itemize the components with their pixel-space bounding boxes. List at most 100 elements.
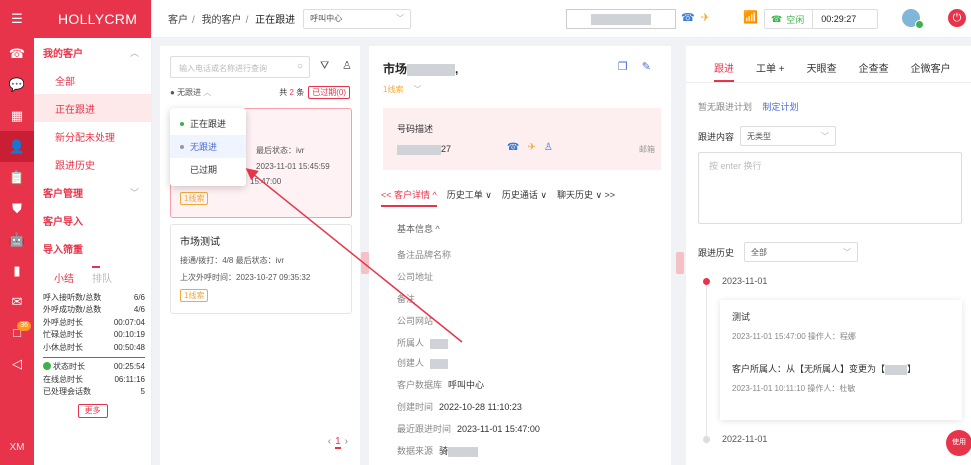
nav-item-following[interactable]: 正在跟进 — [34, 94, 151, 122]
expired-tag[interactable]: 已过期(0) — [308, 86, 350, 99]
lead-tag: 1线索 — [180, 192, 209, 205]
dial-icon[interactable]: ☎ — [681, 11, 695, 24]
result-count: 共 2 条 — [279, 88, 305, 97]
send-icon[interactable]: ◁ — [0, 348, 34, 379]
stats-block-1: 呼入接听数/总数 6/6 外呼成功数/总数 4/6 外呼总时长 00:07:04 忙碌… — [34, 291, 151, 354]
prev-page-icon[interactable]: ‹ — [328, 436, 331, 447]
notice-badge: 36 — [17, 321, 31, 331]
stat-row: 状态时长 00:25:54 — [34, 361, 151, 374]
detail-tabs: << 客户详情 ^ 历史工单 ∨ 历史通话 ∨ 聊天历史 ∨ >> — [381, 188, 663, 207]
dropdown-option-no-follow[interactable]: 无跟进 — [170, 135, 246, 158]
nav-head-customer-manage[interactable]: 客户管理 ﹀ — [43, 178, 151, 206]
tab-follow[interactable]: 跟进 — [714, 60, 734, 82]
search-input[interactable]: 输入电话或名称进行查询 ○ — [170, 56, 310, 78]
chevron-down-icon: ﹀ — [843, 247, 852, 257]
call-center-select[interactable]: 呼叫中心 ﹀ — [303, 8, 412, 29]
history-filter-select[interactable]: 全部 ﹀ — [744, 242, 859, 262]
shield-icon[interactable]: ⛊ — [0, 193, 34, 224]
tab-chat-history[interactable]: 聊天历史 ∨ >> — [557, 188, 615, 207]
crumb-my-customer[interactable]: 我的客户 — [202, 15, 242, 26]
tab-customer-detail[interactable]: << 客户详情 ^ — [381, 188, 437, 207]
more-button[interactable]: 更多 — [77, 404, 108, 418]
person-icon[interactable]: 👤 — [0, 131, 34, 162]
make-plan-link[interactable]: 制定计划 — [763, 102, 799, 112]
chevron-down-icon: ﹀ — [413, 85, 422, 94]
collapse-right-handle[interactable] — [676, 252, 684, 274]
status-dot-icon — [43, 362, 51, 371]
transfer-icon[interactable]: ✈ — [701, 11, 710, 24]
list-item[interactable]: 市场测试 接通/拨打：4/8 最后状态：ivr 上次外呼时间：2023-10-2… — [170, 224, 352, 314]
tab-qichacha[interactable]: 企查查 — [859, 60, 889, 82]
tab-queue[interactable]: 排队 — [92, 270, 112, 285]
lead-count[interactable]: 1线索 ﹀ — [383, 84, 421, 95]
tab-summary[interactable]: 小结 — [54, 270, 74, 285]
user-icon[interactable]: ♙ — [544, 142, 553, 153]
follow-content-textarea[interactable]: 按 enter 换行 — [698, 152, 962, 224]
field-owner: 所属人 — [397, 336, 449, 349]
field-note: 备注 — [397, 294, 416, 304]
stat-row: 已处理会话数 5 — [43, 387, 145, 397]
copy-icon[interactable]: ❐ — [618, 60, 628, 73]
customer-detail-panel: 市场, ❐ ✎ 1线索 ﹀ 号码描述 27 ☎ ✈ ♙ 邮箱 << 客户详情 ^ … — [369, 46, 671, 465]
dropdown-option-following[interactable]: 正在跟进 — [170, 112, 246, 135]
plan-row: 暂无跟进计划 制定计划 — [698, 100, 799, 113]
collapse-left-handle[interactable] — [361, 252, 369, 274]
tab-tianyancha[interactable]: 天眼查 — [807, 60, 837, 82]
chat-icon[interactable]: 💬 — [0, 69, 34, 100]
customer-name: 市场, — [383, 62, 459, 76]
message-icon[interactable]: ✉ — [0, 286, 34, 317]
floating-action-button[interactable]: 使用 — [946, 430, 971, 456]
wifi-icon: 📶 — [743, 10, 758, 24]
notice-icon[interactable]: □ 36 — [0, 317, 34, 348]
phone-icon: ☎ — [771, 13, 783, 24]
content-row: 跟进内容 无类型 ﹀ — [698, 126, 837, 146]
stat-tabs: 小结 排队 — [34, 262, 151, 291]
person-filter-icon[interactable]: ♙ — [342, 59, 352, 72]
tab-history-orders[interactable]: 历史工单 ∨ — [447, 188, 492, 207]
edit-icon[interactable]: ✎ — [642, 60, 651, 73]
avatar[interactable] — [902, 9, 924, 29]
nav-head-customer-import[interactable]: 客户导入 — [43, 206, 151, 234]
agent-status[interactable]: ☎ 空闲 00:29:27 — [764, 9, 878, 29]
right-tabs: 跟进 工单 + 天眼查 企查查 企微客户 — [714, 60, 951, 82]
nav-item-all[interactable]: 全部 — [43, 66, 151, 94]
toolbar-icons: ☎ ✈ — [681, 11, 710, 24]
stat-row: 在线总时长 06:11:16 — [43, 374, 145, 384]
nav-head-my-customers[interactable]: 我的客户 ︿ — [43, 38, 151, 66]
tab-wecom-customer[interactable]: 企微客户 — [911, 60, 951, 82]
phone-icon[interactable]: ☎ — [0, 38, 34, 69]
tab-work-order[interactable]: 工单 + — [756, 60, 785, 82]
nav-item-history[interactable]: 跟进历史 — [43, 150, 151, 178]
stat-row: 忙碌总时长 00:10:19 — [43, 330, 145, 340]
phone-number-input[interactable] — [566, 9, 676, 29]
page-number[interactable]: 1 — [335, 436, 341, 449]
dial-icon[interactable]: ☎ — [507, 142, 519, 153]
status-timer: 00:29:27 — [812, 10, 856, 28]
clipboard-icon[interactable]: 📋 — [0, 162, 34, 193]
grid-icon[interactable]: ▦ — [0, 100, 34, 131]
filter-dropdown[interactable]: ● 无跟进 ︿ — [170, 87, 211, 98]
chevron-down-icon: ﹀ — [396, 14, 405, 23]
tab-history-calls[interactable]: 历史通话 ∨ — [502, 188, 547, 207]
timeline-date: 2023-11-01 — [722, 276, 768, 286]
menu-icon[interactable]: ☰ — [0, 0, 34, 38]
transfer-icon[interactable]: ✈ — [527, 142, 535, 153]
field-company-website: 公司网站 — [397, 316, 434, 326]
content-type-select[interactable]: 无类型 ﹀ — [740, 126, 837, 146]
nav-head-import-dedupe[interactable]: 导入筛重 — [43, 234, 151, 262]
power-icon[interactable]: ⏻ — [948, 9, 966, 27]
chevron-up-icon: ︿ — [129, 47, 139, 58]
search-icon[interactable]: ○ — [297, 61, 303, 72]
next-page-icon[interactable]: › — [345, 436, 348, 447]
crumb-customer[interactable]: 客户 — [168, 15, 188, 26]
section-basic-info[interactable]: 基本信息 ^ — [397, 222, 440, 235]
bar-chart-icon[interactable]: ▮ — [0, 255, 34, 286]
robot-icon[interactable]: 🤖 — [0, 224, 34, 255]
nav-item-new-assigned[interactable]: 新分配未处理 — [43, 122, 151, 150]
filter-icon[interactable]: ⛛ — [320, 60, 329, 73]
phone-actions: ☎ ✈ ♙ — [507, 142, 553, 153]
filter-row: ● 无跟进 ︿ 共 2 条 已过期(0) — [170, 86, 350, 99]
history-row: 跟进历史 全部 ﹀ — [698, 242, 859, 262]
dropdown-option-expired[interactable]: 已过期 — [170, 158, 246, 181]
chevron-up-icon: ︿ — [203, 88, 212, 97]
